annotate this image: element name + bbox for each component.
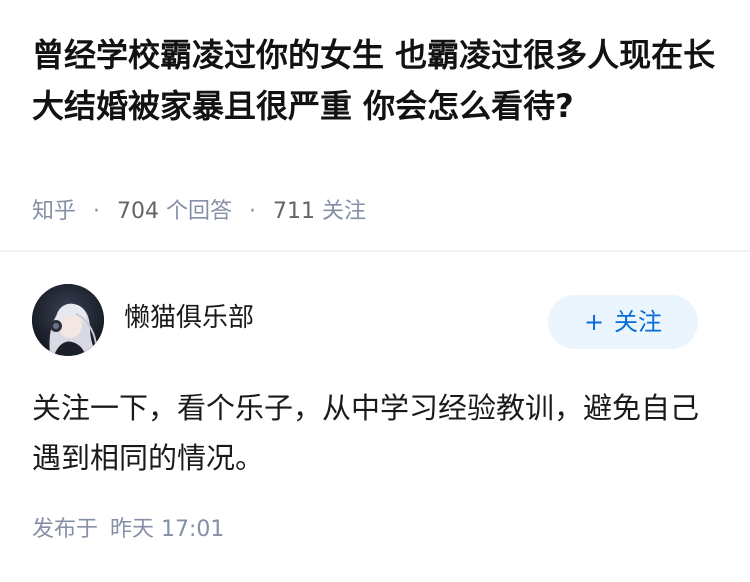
follow-button-label: 关注 <box>614 308 663 336</box>
answer-content[interactable]: 关注一下，看个乐子，从中学习经验教训，避免自己遇到相同的情况。 <box>32 383 712 483</box>
plus-icon: + <box>583 308 605 336</box>
published-label: 发布于 <box>32 517 99 542</box>
answer-count-label[interactable]: 个回答 <box>166 199 232 224</box>
follow-button[interactable]: + 关注 <box>548 295 698 349</box>
author-avatar[interactable] <box>32 284 104 356</box>
meta-separator: · <box>93 199 101 224</box>
publish-info: 发布于 昨天 17:01 <box>32 515 224 545</box>
source-label[interactable]: 知乎 <box>32 199 76 224</box>
anime-girl-headphones-avatar-icon <box>32 284 104 356</box>
question-title[interactable]: 曾经学校霸凌过你的女生 也霸凌过很多人现在长大结婚被家暴且很严重 你会怎么看待? <box>32 30 722 132</box>
meta-separator: · <box>249 199 257 224</box>
answer-count[interactable]: 704 <box>117 199 159 224</box>
question-meta: 知乎 · 704 个回答 · 711 关注 <box>32 197 366 227</box>
section-divider <box>0 250 750 252</box>
question-header: 曾经学校霸凌过你的女生 也霸凌过很多人现在长大结婚被家暴且很严重 你会怎么看待? <box>32 30 722 132</box>
author-name[interactable]: 懒猫俱乐部 <box>124 300 254 336</box>
follower-count: 711 <box>273 199 316 224</box>
published-time: 昨天 17:01 <box>110 517 225 542</box>
follower-count-label: 关注 <box>322 199 367 224</box>
